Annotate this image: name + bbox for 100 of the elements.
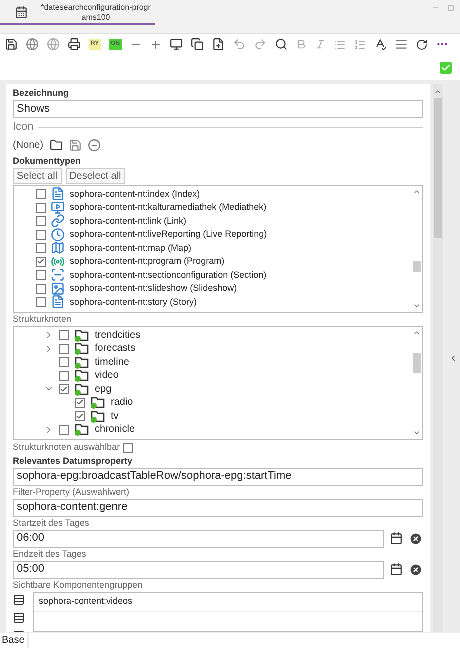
save-icon[interactable]: [5, 38, 18, 51]
checkbox[interactable]: [59, 424, 69, 435]
numbered-list-icon[interactable]: [354, 38, 366, 50]
document-type-item[interactable]: sophora-content-nt:slideshow (Slideshow): [70, 282, 238, 296]
checkbox[interactable]: [123, 442, 134, 452]
checkbox[interactable]: [75, 411, 85, 422]
folder-check-icon: [74, 423, 90, 436]
checkbox[interactable]: [36, 270, 46, 280]
folder-check-icon: [74, 328, 90, 342]
checkbox[interactable]: [75, 398, 85, 408]
field-label: Filter-Property (Auswahlwert): [13, 486, 131, 498]
input-field[interactable]: Shows: [13, 100, 423, 118]
folder-check-icon: [74, 356, 90, 369]
plus-icon[interactable]: [150, 38, 162, 50]
folder-icon[interactable]: [50, 139, 63, 152]
section-label: Icon: [13, 120, 34, 135]
map-icon: [51, 241, 65, 256]
insert-row-icon[interactable]: [13, 612, 25, 624]
undo-icon[interactable]: [233, 38, 246, 51]
file-plus-icon[interactable]: [212, 38, 226, 51]
field-label: Strukturknoten auswählbar: [13, 440, 120, 454]
redo-icon[interactable]: [254, 38, 268, 51]
tree-item[interactable]: epg: [95, 382, 112, 397]
input-field[interactable]: sophora-epg:broadcastTableRow/sophora-epg:startTime: [13, 468, 423, 486]
checkbox[interactable]: [59, 370, 69, 381]
calendar-icon[interactable]: [390, 532, 403, 545]
document-type-item[interactable]: sophora-content-nt:link (Link): [70, 214, 187, 228]
copy-icon[interactable]: [191, 38, 204, 51]
folder-check-icon: [90, 410, 106, 423]
tree-item[interactable]: forecasts: [95, 341, 136, 356]
scroll-thumb[interactable]: [413, 352, 421, 372]
search-icon[interactable]: [275, 38, 288, 51]
checkbox[interactable]: [36, 189, 46, 200]
field-label: Strukturknoten: [13, 314, 73, 324]
input-field[interactable]: sophora-content:genre: [13, 498, 423, 516]
scrollbar[interactable]: [433, 84, 443, 632]
scroll-thumb[interactable]: [434, 98, 442, 238]
field-label: Relevantes Datumsproperty: [13, 456, 134, 466]
media-icon: [51, 200, 65, 215]
clear-icon[interactable]: [409, 562, 423, 576]
clock-icon: [51, 228, 65, 242]
checkbox[interactable]: [36, 216, 46, 226]
field-label: Sichtbare Komponentengruppen: [13, 580, 144, 590]
field-label: Endzeit des Tages: [13, 548, 88, 560]
checkbox[interactable]: [59, 384, 69, 394]
tree-item[interactable]: radio: [111, 395, 134, 410]
folder-check-icon: [74, 369, 90, 382]
folder-check-icon: [90, 396, 106, 410]
checkbox[interactable]: [59, 344, 69, 354]
checkbox[interactable]: [59, 357, 69, 368]
checkbox[interactable]: [36, 256, 46, 267]
refresh-icon[interactable]: [416, 38, 428, 50]
checkbox[interactable]: [36, 202, 46, 213]
deselect-all-button[interactable]: Deselect all: [66, 168, 126, 184]
italic-icon[interactable]: [315, 39, 326, 50]
select-all-button[interactable]: Select all: [13, 168, 62, 184]
tree-item[interactable]: timeline: [95, 354, 130, 370]
tree-item[interactable]: video: [95, 368, 119, 384]
document-icon: [51, 187, 65, 202]
document-type-item[interactable]: sophora-content-nt:story (Story): [70, 296, 198, 309]
input-field[interactable]: 05:00: [13, 560, 384, 578]
align-icon[interactable]: [395, 38, 408, 51]
tree-item[interactable]: trendcities: [95, 328, 141, 343]
bottom-tab[interactable]: Base: [0, 633, 27, 648]
tree-item[interactable]: chronicle: [95, 422, 136, 438]
checkbox[interactable]: [36, 243, 46, 254]
add-row-icon[interactable]: [13, 594, 25, 606]
broadcast-icon: [51, 254, 65, 269]
list-item[interactable]: sophora-content:videos: [34, 592, 422, 612]
print-icon[interactable]: [68, 38, 81, 51]
document-type-item[interactable]: sophora-content-nt:kalturamediathek (Mediathek): [70, 201, 267, 214]
globe-icon[interactable]: [26, 38, 39, 51]
link-icon: [51, 214, 65, 228]
field-label: Dokumenttypen: [13, 156, 82, 166]
folder-check-icon: [74, 342, 90, 356]
input-field[interactable]: 06:00: [13, 530, 384, 548]
checkbox[interactable]: [36, 297, 46, 308]
field-label: Bezeichnung: [13, 88, 70, 99]
document-type-item[interactable]: sophora-content-nt:sectionconfiguration (Section): [70, 268, 267, 282]
checkbox[interactable]: [36, 284, 46, 294]
document-type-item[interactable]: sophora-content-nt:map (Map): [70, 242, 192, 255]
field-label: Startzeit des Tages: [13, 518, 90, 528]
tree-item[interactable]: tv: [111, 408, 119, 424]
remove-icon[interactable]: [88, 139, 101, 152]
bold-icon[interactable]: [296, 39, 308, 50]
document-type-item[interactable]: sophora-content-nt:index (Index): [70, 188, 200, 201]
calendar-icon[interactable]: [390, 563, 403, 576]
document-type-item[interactable]: sophora-content-nt:program (Program): [70, 255, 225, 268]
section-icon: [51, 268, 65, 282]
folder-check-icon: [74, 382, 90, 396]
spellcheck-icon[interactable]: [374, 38, 388, 51]
clear-icon[interactable]: [409, 532, 423, 546]
scroll-thumb[interactable]: [413, 260, 421, 272]
scroll-up-icon[interactable]: [434, 88, 442, 96]
document-type-item[interactable]: sophora-content-nt:liveReporting (Live Reporting): [70, 228, 268, 242]
monitor-icon[interactable]: [170, 38, 184, 51]
checkbox[interactable]: [59, 330, 69, 340]
icon-value: (None): [13, 139, 44, 153]
document-icon: [51, 295, 65, 310]
checkbox[interactable]: [36, 230, 46, 240]
